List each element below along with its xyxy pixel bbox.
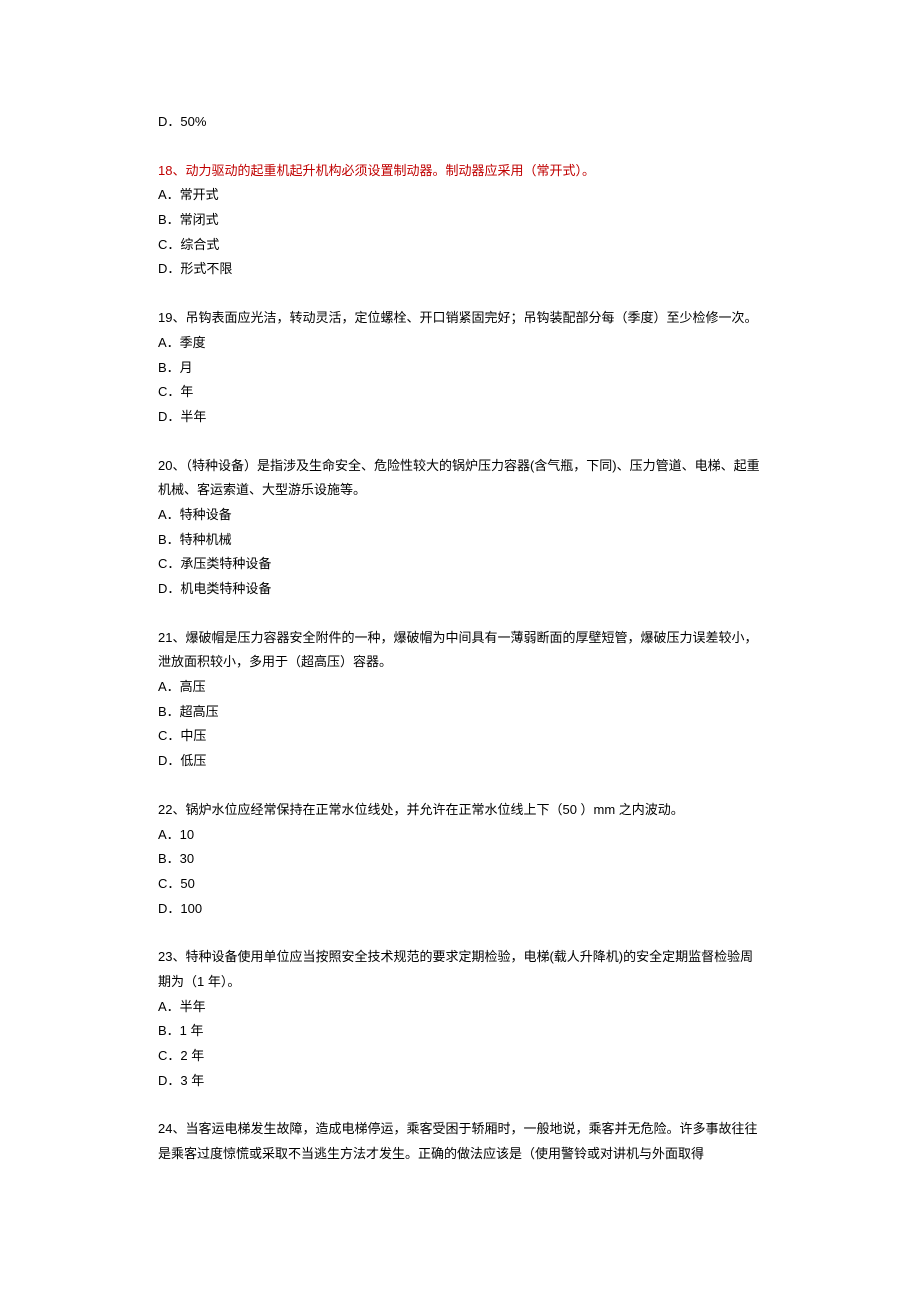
option-b: B．超高压: [158, 700, 762, 725]
option-c: C．承压类特种设备: [158, 552, 762, 577]
question-text: 18、动力驱动的起重机起升机构必须设置制动器。制动器应采用（常开式）。: [158, 159, 762, 184]
option-a: A．高压: [158, 675, 762, 700]
option-c: C．50: [158, 872, 762, 897]
question-17-partial: D．50%: [158, 110, 762, 135]
document-page: D．50% 18、动力驱动的起重机起升机构必须设置制动器。制动器应采用（常开式）…: [0, 0, 920, 1271]
option-a: A．10: [158, 823, 762, 848]
question-18: 18、动力驱动的起重机起升机构必须设置制动器。制动器应采用（常开式）。 A．常开…: [158, 159, 762, 282]
question-21: 21、爆破帽是压力容器安全附件的一种，爆破帽为中间具有一薄弱断面的厚壁短管，爆破…: [158, 626, 762, 774]
option-d: D．形式不限: [158, 257, 762, 282]
option-d: D．3 年: [158, 1069, 762, 1094]
question-text: 21、爆破帽是压力容器安全附件的一种，爆破帽为中间具有一薄弱断面的厚壁短管，爆破…: [158, 626, 762, 675]
question-22: 22、锅炉水位应经常保持在正常水位线处，并允许在正常水位线上下（50 ）mm 之…: [158, 798, 762, 921]
option-a: A．特种设备: [158, 503, 762, 528]
option-d: D．半年: [158, 405, 762, 430]
option-c: C．综合式: [158, 233, 762, 258]
option-d: D．低压: [158, 749, 762, 774]
option-d: D．50%: [158, 110, 762, 135]
option-b: B．特种机械: [158, 528, 762, 553]
option-b: B．常闭式: [158, 208, 762, 233]
question-text: 19、吊钩表面应光洁，转动灵活，定位螺栓、开口销紧固完好；吊钩装配部分每（季度）…: [158, 306, 762, 331]
question-19: 19、吊钩表面应光洁，转动灵活，定位螺栓、开口销紧固完好；吊钩装配部分每（季度）…: [158, 306, 762, 429]
option-a: A．半年: [158, 995, 762, 1020]
option-b: B．月: [158, 356, 762, 381]
option-d: D．机电类特种设备: [158, 577, 762, 602]
question-23: 23、特种设备使用单位应当按照安全技术规范的要求定期检验，电梯(载人升降机)的安…: [158, 945, 762, 1093]
option-c: C．年: [158, 380, 762, 405]
option-d: D．100: [158, 897, 762, 922]
question-text: 22、锅炉水位应经常保持在正常水位线处，并允许在正常水位线上下（50 ）mm 之…: [158, 798, 762, 823]
option-a: A．常开式: [158, 183, 762, 208]
option-a: A．季度: [158, 331, 762, 356]
question-text: 23、特种设备使用单位应当按照安全技术规范的要求定期检验，电梯(载人升降机)的安…: [158, 945, 762, 994]
option-c: C．中压: [158, 724, 762, 749]
question-24-partial: 24、当客运电梯发生故障，造成电梯停运，乘客受困于轿厢时，一般地说，乘客并无危险…: [158, 1117, 762, 1166]
option-b: B．1 年: [158, 1019, 762, 1044]
option-c: C．2 年: [158, 1044, 762, 1069]
question-20: 20、（特种设备）是指涉及生命安全、危险性较大的锅炉压力容器(含气瓶，下同)、压…: [158, 454, 762, 602]
option-b: B．30: [158, 847, 762, 872]
question-text: 24、当客运电梯发生故障，造成电梯停运，乘客受困于轿厢时，一般地说，乘客并无危险…: [158, 1117, 762, 1166]
question-text: 20、（特种设备）是指涉及生命安全、危险性较大的锅炉压力容器(含气瓶，下同)、压…: [158, 454, 762, 503]
